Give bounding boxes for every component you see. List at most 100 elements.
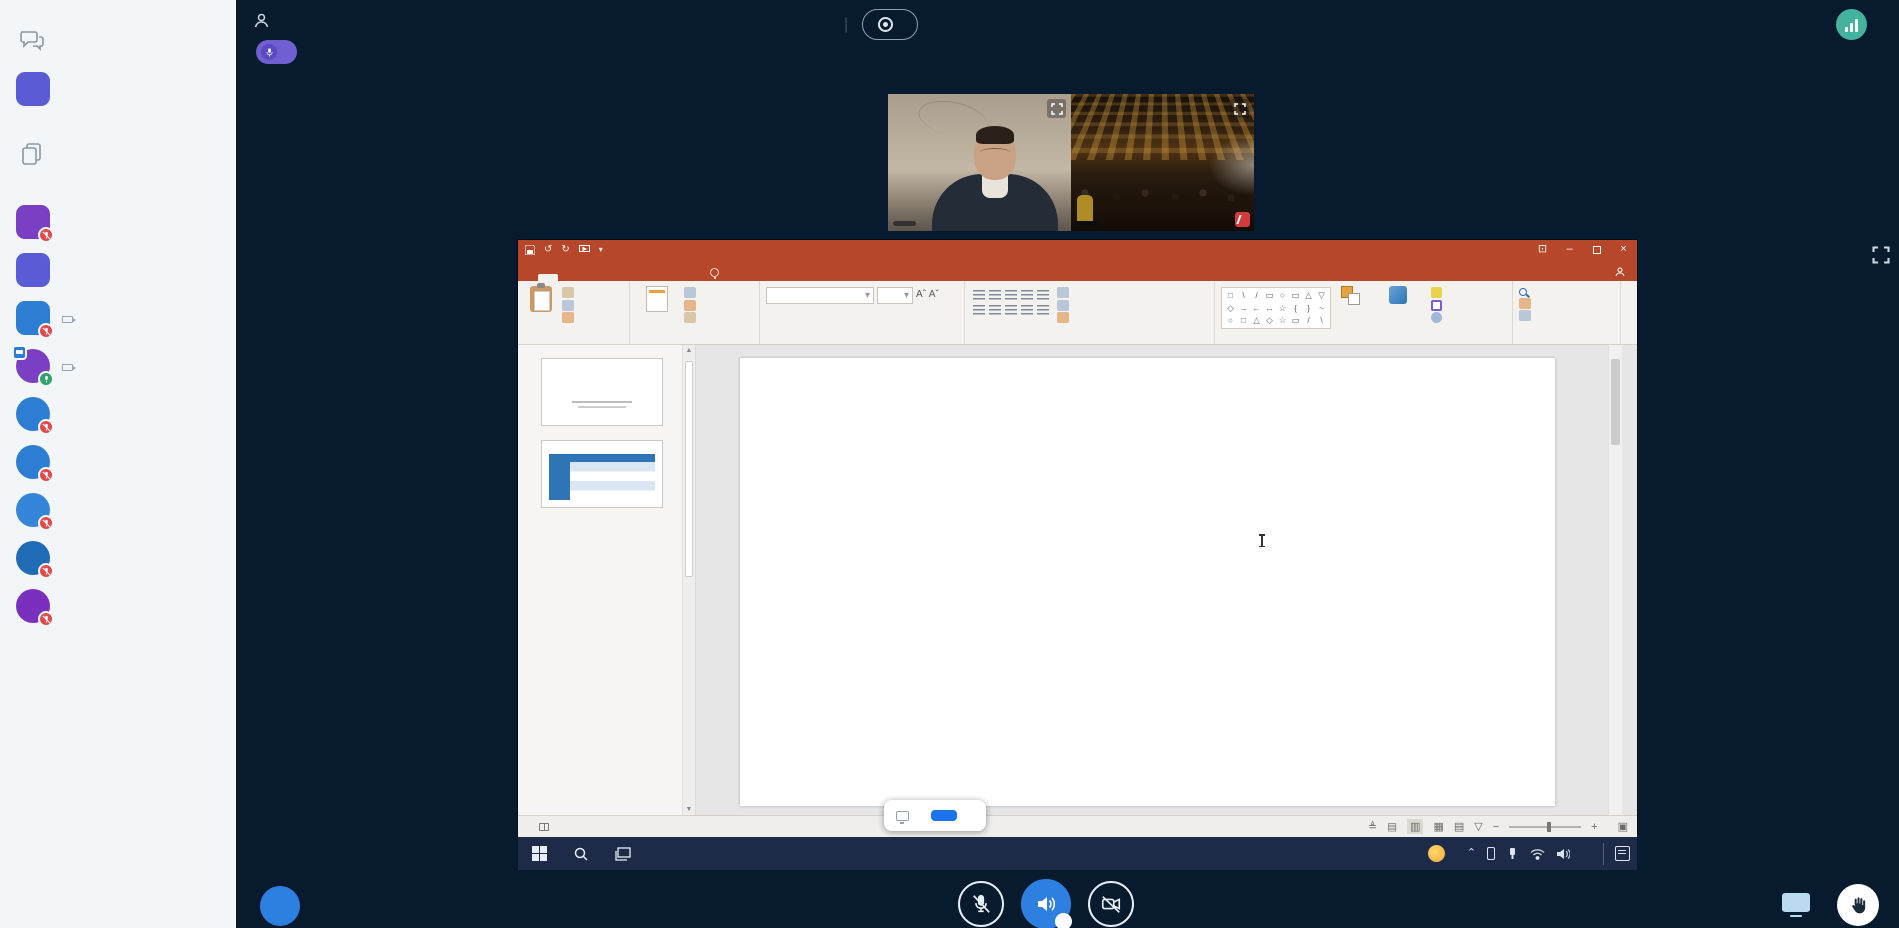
webcam-label[interactable] xyxy=(1076,221,1099,226)
shape-option[interactable]: / xyxy=(1302,314,1315,327)
webcam-georgi[interactable] xyxy=(888,94,1071,231)
shape-option[interactable]: ○ xyxy=(1224,314,1237,327)
shape-option[interactable]: ← xyxy=(1250,302,1263,315)
comments-toggle[interactable]: ▤ xyxy=(1387,821,1397,833)
phone-icon[interactable] xyxy=(1487,847,1495,860)
usb-icon[interactable] xyxy=(1506,847,1519,860)
raise-hand-button[interactable] xyxy=(1837,884,1879,926)
paste-button[interactable] xyxy=(526,284,556,316)
tab-анимации[interactable] xyxy=(618,274,638,281)
reading-view-button[interactable]: ▤ xyxy=(1454,820,1464,833)
shape-option[interactable]: \ xyxy=(1237,289,1250,302)
shape-option[interactable]: \ xyxy=(1315,314,1328,327)
audio-button[interactable] xyxy=(1021,879,1071,928)
font-size-select[interactable]: ▾ xyxy=(877,287,913,304)
fullscreen-icon[interactable] xyxy=(1230,99,1249,118)
slide-thumbnail-1[interactable] xyxy=(541,358,663,426)
presentation-fullscreen-button[interactable] xyxy=(1872,246,1892,266)
reset-button[interactable] xyxy=(684,300,700,311)
tab-вмъкване[interactable] xyxy=(558,274,578,281)
shape-option[interactable]: ↔ xyxy=(1263,302,1276,315)
grow-shrink-font[interactable]: Аˆ Аˇ xyxy=(916,287,939,304)
format-painter-button[interactable] xyxy=(562,312,578,323)
shape-option[interactable]: △ xyxy=(1302,289,1315,302)
tab-изглед[interactable] xyxy=(678,274,698,281)
volume-icon[interactable] xyxy=(1556,848,1570,860)
smartart-button[interactable] xyxy=(1057,312,1073,323)
shape-effects-button[interactable] xyxy=(1431,312,1446,323)
layout-button[interactable] xyxy=(684,287,700,298)
ribbon-display-options-button[interactable]: ⊡ xyxy=(1529,240,1556,259)
save-icon[interactable] xyxy=(525,245,535,255)
user-list-item[interactable] xyxy=(0,534,236,582)
shape-option[interactable]: ▭ xyxy=(1263,289,1276,302)
user-list-item[interactable] xyxy=(0,246,236,294)
redo-icon[interactable]: ↻ xyxy=(561,245,569,255)
quick-styles-button[interactable] xyxy=(1371,284,1425,308)
notes-toggle[interactable]: ≜ xyxy=(1368,821,1377,833)
user-list-item[interactable] xyxy=(0,342,236,390)
share-button[interactable] xyxy=(1615,267,1629,277)
tab-файл[interactable] xyxy=(518,274,538,281)
tab-преходи[interactable] xyxy=(598,274,618,281)
task-view-button[interactable] xyxy=(602,837,644,870)
shape-option[interactable]: ◇ xyxy=(1263,314,1276,327)
stop-sharing-button[interactable] xyxy=(931,810,957,821)
paragraph-format-icon[interactable] xyxy=(973,290,985,300)
action-center-icon[interactable] xyxy=(1615,846,1630,861)
shape-outline-button[interactable] xyxy=(1431,300,1446,311)
shape-option[interactable]: } xyxy=(1302,302,1315,315)
taskbar-search-button[interactable] xyxy=(560,837,602,870)
start-button[interactable] xyxy=(518,837,560,870)
copy-button[interactable] xyxy=(562,300,578,311)
paragraph-format-icon[interactable] xyxy=(989,290,1001,300)
find-button[interactable] xyxy=(1519,288,1614,296)
shapes-gallery[interactable]: □\/▭○▭△▽◇→←↔☆{}~○□△◇☆▭/\ xyxy=(1221,287,1331,329)
unmute-mic-button[interactable] xyxy=(958,881,1004,927)
minimize-button[interactable]: – xyxy=(1556,240,1583,259)
shape-option[interactable]: ▽ xyxy=(1315,289,1328,302)
webcam-dragomir[interactable] xyxy=(1071,94,1254,231)
slide-editing-canvas[interactable] xyxy=(740,358,1555,806)
fit-to-window-button[interactable]: ▣ xyxy=(1618,820,1628,833)
restore-presentation-button[interactable] xyxy=(1777,889,1815,921)
paragraph-format-icon[interactable] xyxy=(973,305,985,315)
shape-option[interactable]: □ xyxy=(1237,314,1250,327)
user-list-item[interactable] xyxy=(0,486,236,534)
shape-option[interactable]: { xyxy=(1289,302,1302,315)
shape-option[interactable]: ~ xyxy=(1315,302,1328,315)
shape-option[interactable]: ○ xyxy=(1276,289,1289,302)
tab-преглед[interactable] xyxy=(658,274,678,281)
user-list-item[interactable] xyxy=(0,198,236,246)
tab-проектиране[interactable] xyxy=(578,274,598,281)
spellcheck-icon[interactable] xyxy=(539,823,549,831)
close-button[interactable]: × xyxy=(1610,240,1637,259)
zoom-out-button[interactable]: − xyxy=(1493,821,1499,833)
sidebar-item-private-chat[interactable] xyxy=(0,64,236,114)
slide-thumbnail-2[interactable] xyxy=(541,440,663,508)
paragraph-format-icon[interactable] xyxy=(989,305,1001,315)
restore-button[interactable] xyxy=(1583,240,1610,259)
tab-слайдшоу[interactable] xyxy=(638,274,658,281)
paragraph-format-icon[interactable] xyxy=(1037,290,1049,300)
paragraph-format-icon[interactable] xyxy=(1021,305,1033,315)
sidebar-item-shared-notes[interactable] xyxy=(0,130,236,178)
arrange-button[interactable] xyxy=(1337,284,1365,310)
zoom-slider[interactable] xyxy=(1509,826,1581,828)
shape-option[interactable]: □ xyxy=(1224,289,1237,302)
fullscreen-icon[interactable] xyxy=(1047,99,1066,118)
network-icon[interactable] xyxy=(1530,848,1545,860)
sidebar-item-public-chat[interactable] xyxy=(0,16,236,64)
normal-view-button[interactable]: ▥ xyxy=(1407,819,1423,834)
paragraph-format-icon[interactable] xyxy=(1021,290,1033,300)
shape-option[interactable]: / xyxy=(1250,289,1263,302)
thumbnails-scrollbar[interactable]: ▲ ▼ xyxy=(682,345,695,815)
select-button[interactable] xyxy=(1519,310,1614,321)
slideshow-icon[interactable] xyxy=(579,245,590,254)
hidden-icons-chevron[interactable]: ⌃ xyxy=(1467,848,1476,859)
zoom-in-button[interactable]: + xyxy=(1591,821,1597,833)
shape-option[interactable]: △ xyxy=(1250,314,1263,327)
shape-fill-button[interactable] xyxy=(1431,287,1446,298)
shape-option[interactable]: ☆ xyxy=(1276,302,1289,315)
new-slide-button[interactable] xyxy=(636,284,678,316)
